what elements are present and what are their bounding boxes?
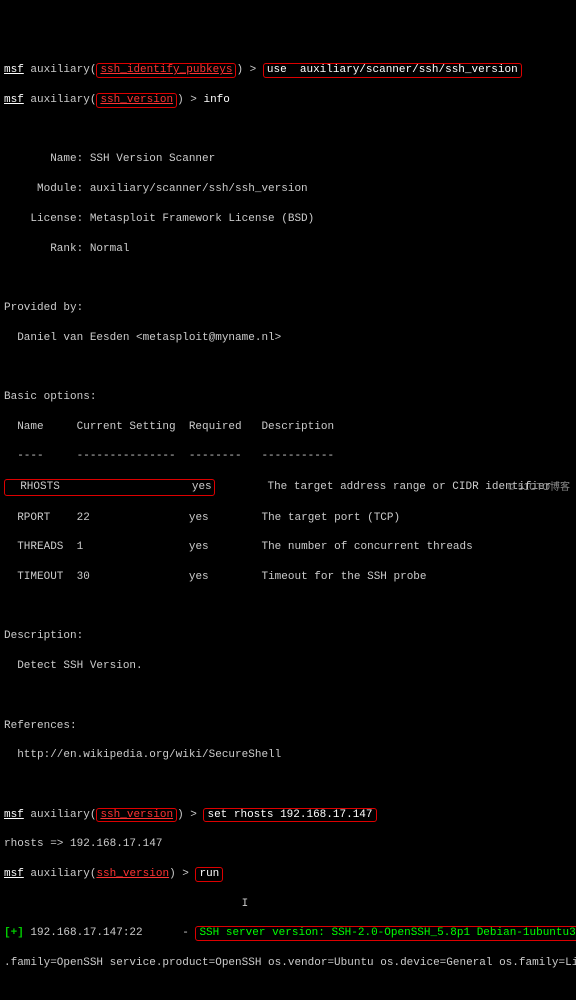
result-line-1: [+] 192.168.17.147:22 - SSH server versi… xyxy=(4,926,572,941)
prompt-line-4: msf auxiliary(ssh_version) > run xyxy=(4,867,572,882)
references-header: References: xyxy=(4,719,572,734)
info-module: Module: auxiliary/scanner/ssh/ssh_versio… xyxy=(4,182,572,197)
msf-label: msf xyxy=(4,64,24,76)
watermark: © 51CTO博客 xyxy=(508,481,570,495)
options-tr: ---- --------------- -------- ----------… xyxy=(4,449,572,464)
result-line-1b: .family=OpenSSH service.product=OpenSSH … xyxy=(4,956,572,971)
option-row-rport: RPORT 22 yes The target port (TCP) xyxy=(4,511,572,526)
cmd-use[interactable]: use auxiliary/scanner/ssh/ssh_version xyxy=(267,64,518,76)
cmd-set-rhosts-1[interactable]: set rhosts 192.168.17.147 xyxy=(207,809,372,821)
options-th: Name Current Setting Required Descriptio… xyxy=(4,420,572,435)
basic-options-header: Basic options: xyxy=(4,390,572,405)
cursor-line: I xyxy=(4,897,572,912)
cmd-run-1[interactable]: run xyxy=(199,868,219,880)
module-name: ssh_identify_pubkeys xyxy=(100,64,232,76)
prompt-line-1: msf auxiliary(ssh_identify_pubkeys) > us… xyxy=(4,63,572,78)
provided-by: Daniel van Eesden <metasploit@myname.nl> xyxy=(4,331,572,346)
plus-icon: [+] xyxy=(4,927,24,939)
info-name: Name: SSH Version Scanner xyxy=(4,152,572,167)
description-text: Detect SSH Version. xyxy=(4,659,572,674)
option-row-timeout: TIMEOUT 30 yes Timeout for the SSH probe xyxy=(4,570,572,585)
option-row-rhosts: RHOSTS yes The target address range or C… xyxy=(4,479,572,496)
provided-header: Provided by: xyxy=(4,301,572,316)
prompt-line-3: msf auxiliary(ssh_version) > set rhosts … xyxy=(4,808,572,823)
option-row-threads: THREADS 1 yes The number of concurrent t… xyxy=(4,540,572,555)
info-license: License: Metasploit Framework License (B… xyxy=(4,212,572,227)
info-rank: Rank: Normal xyxy=(4,242,572,257)
references-url: http://en.wikipedia.org/wiki/SecureShell xyxy=(4,748,572,763)
cmd-info[interactable]: info xyxy=(203,94,229,106)
prompt-line-2: msf auxiliary(ssh_version) > info xyxy=(4,93,572,108)
output-rhosts-1: rhosts => 192.168.17.147 xyxy=(4,837,572,852)
description-header: Description: xyxy=(4,629,572,644)
